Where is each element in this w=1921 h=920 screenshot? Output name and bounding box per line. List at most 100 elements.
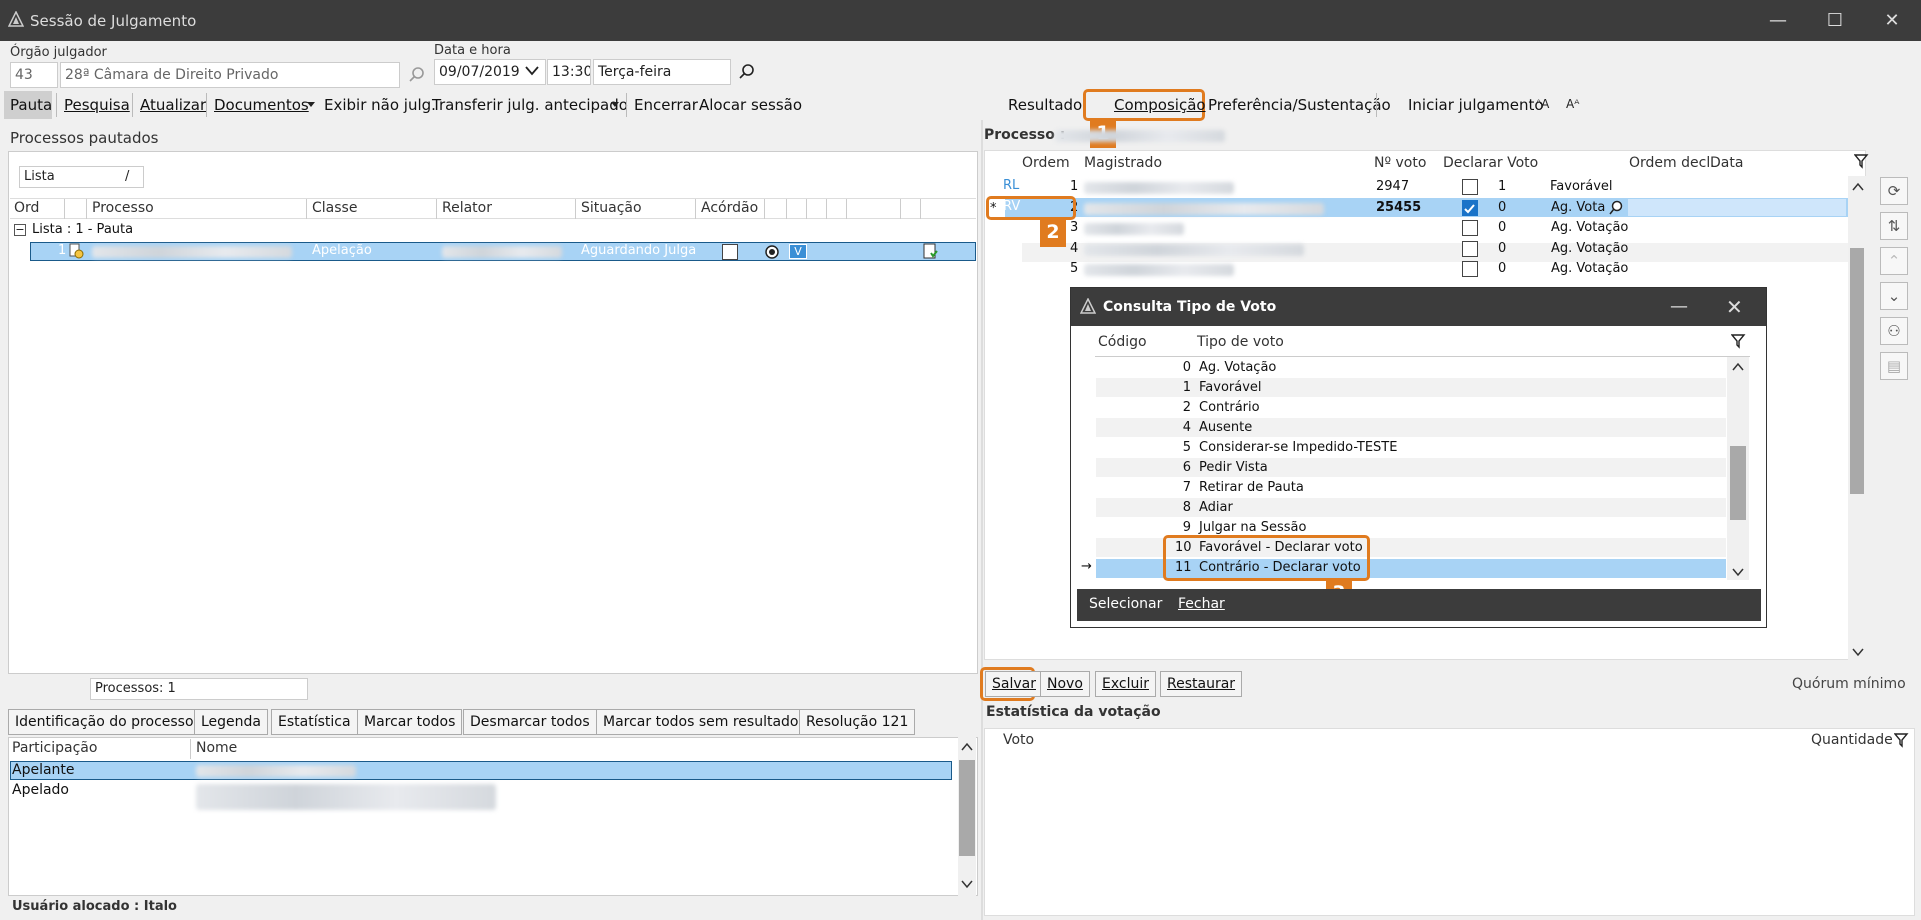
row-voto[interactable]: Ag. Vota <box>1551 200 1605 215</box>
ordem-decl-cell[interactable] <box>1628 199 1846 216</box>
col-ord[interactable]: Ord <box>14 200 39 216</box>
scroll-down-icon[interactable] <box>1851 646 1865 658</box>
down-icon[interactable]: ⌄ <box>1880 282 1908 310</box>
chevron-down-icon[interactable] <box>524 64 540 78</box>
lista-field[interactable]: Lista / <box>19 166 144 188</box>
sort-icon[interactable]: ⇅ <box>1880 212 1908 240</box>
selecionar-button[interactable]: Selecionar <box>1089 596 1162 612</box>
dialog-close-button[interactable]: ✕ <box>1726 295 1743 319</box>
preferencia-tab[interactable]: Preferência/Sustentação <box>1208 96 1391 114</box>
scroll-up-icon[interactable] <box>960 741 974 753</box>
col-magistrado[interactable]: Magistrado <box>1084 155 1162 171</box>
declarar-checkbox[interactable] <box>1462 261 1478 277</box>
dialog-minimize-button[interactable]: — <box>1670 296 1688 317</box>
scrollbar-thumb[interactable] <box>959 760 975 856</box>
tab-legenda[interactable]: Legenda <box>194 709 269 735</box>
fechar-button[interactable]: Fechar <box>1178 596 1225 612</box>
close-button[interactable]: ✕ <box>1877 8 1907 34</box>
alocar-sessao-button[interactable]: Alocar sessão <box>699 96 802 114</box>
document-icon[interactable]: ▤ <box>1880 352 1908 380</box>
list-item[interactable]: Ag. Votação <box>1199 360 1276 375</box>
filter-icon[interactable] <box>1854 153 1870 169</box>
marcar-sem-resultado-button[interactable]: Marcar todos sem resultado <box>596 709 806 735</box>
novo-button[interactable]: Novo <box>1040 671 1090 697</box>
maximize-button[interactable]: ☐ <box>1820 8 1850 34</box>
people-icon[interactable]: ⚇ <box>1880 317 1908 345</box>
refresh-icon[interactable]: ⟳ <box>1880 177 1908 205</box>
col-codigo[interactable]: Código <box>1098 334 1147 350</box>
col-tipo-voto[interactable]: Tipo de voto <box>1197 334 1284 350</box>
col-data[interactable]: Data <box>1710 155 1743 171</box>
declarar-checkbox-checked[interactable] <box>1462 200 1478 216</box>
scrollbar-thumb[interactable] <box>1730 446 1746 520</box>
tab-estatistica[interactable]: Estatística <box>271 709 358 735</box>
scrollbar-thumb[interactable] <box>1850 248 1864 494</box>
atualizar-button[interactable]: Atualizar <box>140 96 206 114</box>
list-item[interactable]: Ausente <box>1199 420 1252 435</box>
filter-icon[interactable] <box>1731 333 1747 349</box>
resultado-tab[interactable]: Resultado <box>1008 96 1082 114</box>
dropdown-arrow-icon[interactable] <box>306 101 316 109</box>
resolucao-121-button[interactable]: Resolução 121 <box>799 709 916 735</box>
panel-splitter[interactable] <box>981 120 983 920</box>
salvar-button[interactable]: Salvar <box>985 671 1043 697</box>
excluir-button[interactable]: Excluir <box>1095 671 1156 697</box>
list-item[interactable]: Retirar de Pauta <box>1199 480 1304 495</box>
exibir-nao-julg-button[interactable]: Exibir não julg. <box>324 96 436 114</box>
list-item[interactable]: Pedir Vista <box>1199 460 1268 475</box>
collapse-icon[interactable]: − <box>14 224 26 236</box>
check-icon <box>1464 204 1475 214</box>
participant-row[interactable] <box>10 761 952 780</box>
declarar-checkbox[interactable] <box>1462 220 1478 236</box>
declarar-checkbox[interactable] <box>1462 241 1478 257</box>
font-increase-icon[interactable]: ᴬA <box>1536 97 1549 111</box>
list-item[interactable]: Favorável <box>1199 380 1262 395</box>
col-ordem-decl[interactable]: Ordem decl. <box>1629 155 1715 171</box>
col-nvoto[interactable]: Nº voto <box>1374 155 1426 171</box>
col-classe[interactable]: Classe <box>312 200 357 216</box>
marcar-todos-button[interactable]: Marcar todos <box>357 709 463 735</box>
composicao-tab[interactable]: Composição <box>1114 96 1206 114</box>
encerrar-button[interactable]: Encerrar <box>634 96 698 114</box>
list-item[interactable]: Contrário <box>1199 400 1260 415</box>
search-icon[interactable] <box>738 63 756 81</box>
col-participacao[interactable]: Participação <box>12 740 97 756</box>
font-decrease-icon[interactable]: Aᴬ <box>1566 97 1579 111</box>
dropdown-arrow-icon[interactable] <box>610 101 620 109</box>
col-voto[interactable]: Voto <box>1003 732 1034 748</box>
col-processo[interactable]: Processo <box>92 200 154 216</box>
orgao-name-field[interactable]: 28ª Câmara de Direito Privado <box>60 62 400 88</box>
iniciar-julgamento-button[interactable]: Iniciar julgamento <box>1408 96 1544 114</box>
documentos-button[interactable]: Documentos <box>214 96 309 114</box>
search-icon[interactable] <box>408 66 426 84</box>
restaurar-button[interactable]: Restaurar <box>1160 671 1243 697</box>
list-item[interactable]: Julgar na Sessão <box>1199 520 1306 535</box>
col-quantidade[interactable]: Quantidade <box>1811 732 1893 748</box>
declarar-checkbox[interactable] <box>1462 179 1478 195</box>
orgao-code-field[interactable]: 43 <box>10 62 58 88</box>
acordao-checkbox[interactable] <box>722 244 738 260</box>
pesquisa-button[interactable]: Pesquisa <box>64 96 130 114</box>
tab-identificacao[interactable]: Identificação do processo <box>8 709 201 735</box>
filter-icon[interactable] <box>1894 732 1910 748</box>
document-check-icon[interactable] <box>922 243 938 260</box>
col-situacao[interactable]: Situação <box>581 200 642 216</box>
col-declarar-voto[interactable]: Declarar Voto <box>1443 155 1538 171</box>
col-nome[interactable]: Nome <box>196 740 237 756</box>
minimize-button[interactable]: — <box>1763 8 1793 34</box>
scroll-up-icon[interactable] <box>1731 361 1745 373</box>
scroll-down-icon[interactable] <box>960 878 974 890</box>
time-field[interactable]: 13:30 <box>547 59 591 85</box>
list-item[interactable]: Adiar <box>1199 500 1233 515</box>
col-acordao[interactable]: Acórdão <box>701 200 758 216</box>
col-relator[interactable]: Relator <box>442 200 492 216</box>
pauta-button[interactable]: Pauta <box>10 96 52 114</box>
col-ordem[interactable]: Ordem <box>1022 155 1070 171</box>
transferir-button[interactable]: Transferir julg. antecipado <box>432 96 628 114</box>
list-item[interactable]: Considerar-se Impedido-TESTE <box>1199 440 1397 455</box>
magnifier-icon[interactable] <box>1608 200 1624 216</box>
up-icon[interactable]: ⌃ <box>1880 247 1908 275</box>
scroll-down-icon[interactable] <box>1731 566 1745 578</box>
desmarcar-todos-button[interactable]: Desmarcar todos <box>463 709 597 735</box>
scroll-up-icon[interactable] <box>1851 181 1865 193</box>
